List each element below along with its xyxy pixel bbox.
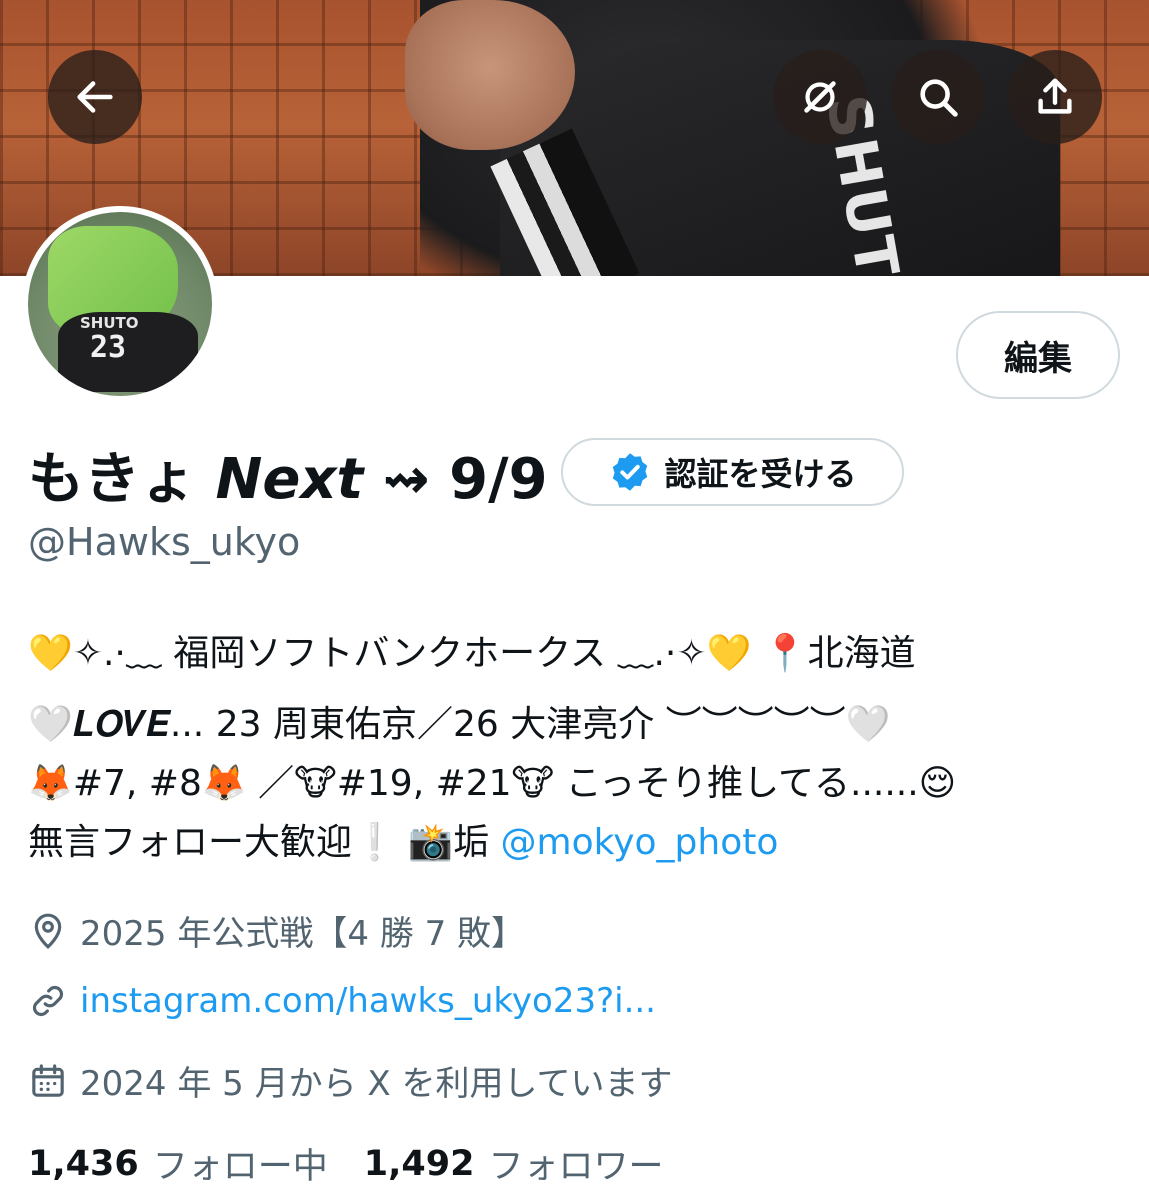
share-icon — [1038, 78, 1072, 114]
get-verified-label: 認証を受ける — [664, 455, 857, 493]
name-row: もきょ 𝙉𝙚𝙭𝙩 ⇝ 9/9 — [28, 436, 548, 512]
link-icon — [32, 985, 64, 1017]
follow-stats: 1,436 フォロー中 1,492 フォロワー — [28, 1138, 699, 1189]
followers-count[interactable]: 1,492 — [364, 1144, 475, 1184]
following-count[interactable]: 1,436 — [28, 1144, 139, 1184]
avatar-jersey-number: 23 — [90, 330, 127, 365]
location-text: 2025 年公式戦【4 勝 7 敗】 — [80, 914, 526, 954]
bio-line: 💛✧.·﹏ 福岡ソフトバンクホークス ﹏.·✧💛 📍北海道 — [28, 633, 916, 674]
back-button[interactable] — [48, 50, 142, 144]
arrow-left-icon — [77, 81, 113, 113]
search-icon — [920, 79, 958, 117]
joined-text: 2024 年 5 月から X を利用しています — [80, 1064, 673, 1104]
followers-label[interactable]: フォロワー — [488, 1138, 663, 1189]
bio-text: 無言フォロー大歓迎❕ 📸垢 — [28, 822, 501, 863]
joined-row: 2024 年 5 月から X を利用しています — [28, 1056, 672, 1105]
display-name: もきょ 𝙉𝙚𝙭𝙩 ⇝ 9/9 — [28, 446, 548, 512]
website-row: instagram.com/hawks_ukyo23?i... — [28, 981, 656, 1021]
share-button[interactable] — [1008, 50, 1102, 144]
location-pin-icon — [34, 913, 62, 949]
location-row: 2025 年公式戦【4 勝 7 敗】 — [28, 906, 525, 955]
get-verified-button[interactable]: 認証を受ける — [561, 438, 904, 506]
website-link[interactable]: instagram.com/hawks_ukyo23?i... — [80, 981, 656, 1021]
grok-button[interactable] — [773, 50, 867, 144]
edit-profile-button[interactable]: 編集 — [956, 311, 1120, 399]
calendar-icon — [32, 1063, 64, 1097]
verified-badge-icon — [613, 453, 648, 491]
user-handle: @Hawks_ukyo — [28, 520, 301, 564]
grok-icon — [804, 81, 836, 113]
bio-line: 無言フォロー大歓迎❕ 📸垢 @mokyo_photo — [28, 813, 1118, 872]
avatar-photo: SHUTO 23 — [28, 212, 212, 396]
profile-avatar[interactable]: SHUTO 23 — [22, 206, 218, 402]
bio-line: 🦊#7, #8🦊 ／🐮#19, #21🐮 こっそり推してる......😌 — [28, 763, 957, 804]
bio-mention-link[interactable]: @mokyo_photo — [501, 822, 779, 863]
following-label[interactable]: フォロー中 — [153, 1138, 328, 1189]
search-button[interactable] — [891, 50, 985, 144]
bio-line: 🤍𝑳𝑶𝑽𝑬... 23 周東佑京／26 大津亮介 ︶︶︶︶︶🤍 — [28, 704, 891, 745]
profile-bio: 💛✧.·﹏ 福岡ソフトバンクホークス ﹏.·✧💛 📍北海道 🤍𝑳𝑶𝑽𝑬... 2… — [28, 624, 1118, 872]
